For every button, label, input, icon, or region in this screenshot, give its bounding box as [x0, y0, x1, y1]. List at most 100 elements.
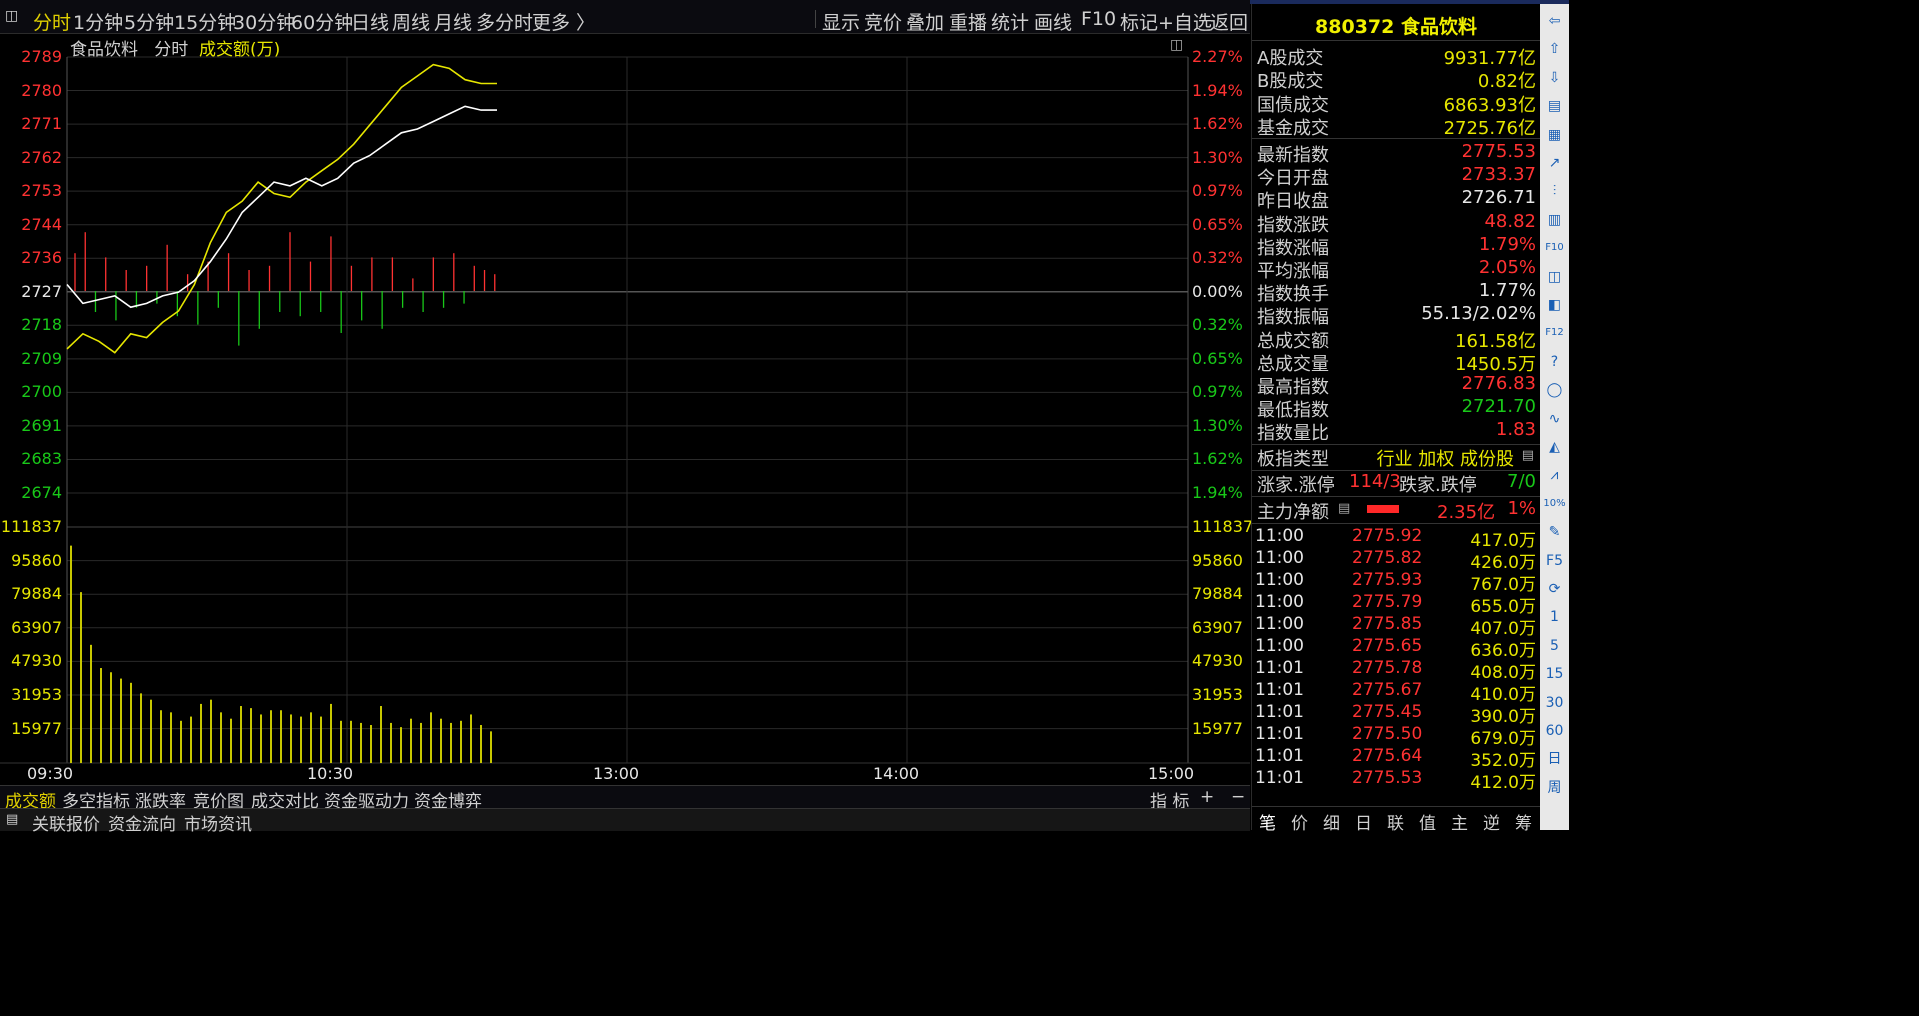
back-button[interactable]: 返回 [1210, 8, 1248, 35]
panel-toggle-icon[interactable]: ◫ [5, 8, 18, 24]
tick-row[interactable]: 11:01 2775.50 679.0万 [1252, 724, 1536, 749]
tick-row[interactable]: 11:00 2775.92 417.0万 [1252, 526, 1536, 551]
blank-area [1569, 0, 1919, 1016]
panel-tab[interactable]: 细 [1323, 809, 1340, 834]
tick-row[interactable]: 11:00 2775.65 636.0万 [1252, 636, 1536, 661]
price-tick-label: 2780 [21, 80, 62, 100]
sidebar-tool-icon[interactable]: 10% [1543, 493, 1566, 515]
overlay-button[interactable]: 叠加 [906, 8, 944, 35]
sidebar-tool-icon[interactable]: 1 [1543, 606, 1566, 628]
period-tab-week[interactable]: 周线 [392, 8, 430, 35]
sidebar-tool-icon[interactable]: 日 [1543, 748, 1566, 770]
stat-value: 2721.70 [1461, 396, 1536, 418]
board-type-value[interactable]: 行业 加权 成份股 [1377, 445, 1514, 471]
panel-tab[interactable]: 笔 [1259, 809, 1276, 834]
period-tab-1min[interactable]: 1分钟 [73, 8, 123, 35]
stat-label: 最新指数 [1257, 145, 1329, 166]
period-tab-fenshi[interactable]: 分时 [33, 8, 71, 35]
sidebar-tool-icon[interactable]: F5 [1543, 550, 1566, 572]
sidebar-tool-icon[interactable]: ◯ [1543, 379, 1566, 401]
sidebar-tool-icon[interactable]: ⇦ [1543, 10, 1566, 32]
tick-row[interactable]: 11:01 2775.45 390.0万 [1252, 702, 1536, 727]
volume-tick-label: 15977 [11, 718, 62, 738]
tick-row[interactable]: 11:00 2775.93 767.0万 [1252, 570, 1536, 595]
tick-row[interactable]: 11:01 2775.67 410.0万 [1252, 680, 1536, 705]
period-tab-30min[interactable]: 30分钟 [233, 8, 295, 35]
menu-icon[interactable]: ▤ [1522, 448, 1534, 463]
mark-button[interactable]: 标记 [1120, 8, 1158, 35]
sidebar-tool-icon[interactable]: ⇩ [1543, 67, 1566, 89]
stat-label: 指数换手 [1257, 284, 1329, 306]
panel-tab[interactable]: 价 [1291, 809, 1308, 834]
sidebar-tool-icon[interactable]: ? [1543, 351, 1566, 373]
sidebar-tool-icon[interactable]: 周 [1543, 777, 1566, 799]
sidebar-tool-icon[interactable]: 30 [1543, 692, 1566, 714]
intraday-chart[interactable]: 食品饮料 分时 成交额(万) ◫ 2789 2.27% 2780 1.94% 2771 1… [0, 33, 1253, 783]
sidebar-tool-icon[interactable]: ◧ [1543, 294, 1566, 316]
sidebar-tool-icon[interactable]: 5 [1543, 635, 1566, 657]
stat-value: 161.58亿 [1455, 330, 1536, 352]
pct-tick-label: 0.97% [1192, 382, 1243, 402]
tick-row[interactable]: 11:00 2775.82 426.0万 [1252, 548, 1536, 573]
tick-row[interactable]: 11:00 2775.79 655.0万 [1252, 592, 1536, 617]
f10-button[interactable]: F10 [1081, 8, 1116, 30]
stat-row: 最新指数 2775.53 [1252, 141, 1536, 166]
panel-tab[interactable]: 主 [1451, 809, 1468, 834]
sidebar-tool-icon[interactable]: ⩘ [1543, 464, 1566, 486]
tick-row[interactable]: 11:01 2775.78 408.0万 [1252, 658, 1536, 683]
panel-tab[interactable]: 筹 [1515, 809, 1532, 834]
sidebar-tool-icon[interactable]: ▦ [1543, 124, 1566, 146]
period-tab-day[interactable]: 日线 [351, 8, 389, 35]
panel-tab[interactable]: 日 [1355, 809, 1372, 834]
period-tab-month[interactable]: 月线 [434, 8, 472, 35]
time-tick-label: 14:00 [873, 764, 920, 783]
period-tab-60min[interactable]: 60分钟 [291, 8, 353, 35]
panel-tab[interactable]: 逆 [1483, 809, 1500, 834]
sidebar-tool-icon[interactable]: ↗ [1543, 152, 1566, 174]
sidebar-tool-icon[interactable]: ✎ [1543, 521, 1566, 543]
menu-icon[interactable]: ▤ [1338, 501, 1350, 516]
period-tab-5min[interactable]: 5分钟 [124, 8, 174, 35]
add-watchlist-button[interactable]: +自选 [1158, 8, 1212, 35]
sidebar-tool-icon[interactable]: 60 [1543, 720, 1566, 742]
sidebar-tool-icon[interactable]: ∿ [1543, 408, 1566, 430]
stats-button[interactable]: 统计 [991, 8, 1029, 35]
sidebar-tool-icon[interactable]: ◫ [1543, 266, 1566, 288]
sidebar-tool-icon[interactable]: F10 [1543, 237, 1566, 259]
replay-button[interactable]: 重播 [949, 8, 987, 35]
sidebar-tool-icon[interactable]: ▤ [1543, 95, 1566, 117]
sidebar-tool-icon[interactable]: ◭ [1543, 436, 1566, 458]
sidebar-tool-icon[interactable]: ⫶ [1543, 180, 1566, 202]
volume-tick-label: 79884 [11, 584, 62, 604]
status-tab-related[interactable]: 关联报价 [32, 810, 100, 835]
panel-tab[interactable]: 联 [1387, 809, 1404, 834]
stat-label: 指数涨幅 [1257, 237, 1329, 259]
draw-button[interactable]: 画线 [1034, 8, 1072, 35]
stat-value: 2733.37 [1461, 164, 1536, 186]
period-tab-multi[interactable]: 多分时 [476, 8, 533, 35]
chart-toolbar: ◫ 分时 1分钟 5分钟 15分钟 30分钟 60分钟 日线 周线 月线 多分时… [0, 0, 1250, 34]
auction-button[interactable]: 竞价 [864, 8, 902, 35]
period-tab-15min[interactable]: 15分钟 [174, 8, 236, 35]
sidebar-tool-icon[interactable]: 15 [1543, 663, 1566, 685]
display-button[interactable]: 显示 [822, 8, 860, 35]
tick-row[interactable]: 11:01 2775.53 412.0万 [1252, 768, 1536, 793]
sidebar-tool-icon[interactable]: ⟳ [1543, 578, 1566, 600]
sidebar-tool-icon[interactable]: ⇧ [1543, 38, 1566, 60]
period-tab-more[interactable]: 更多 〉 [532, 8, 595, 35]
panel-tab[interactable]: 值 [1419, 809, 1436, 834]
status-toggle-icon[interactable]: ▤ [6, 812, 18, 827]
status-tab-news[interactable]: 市场资讯 [184, 810, 252, 835]
sidebar-tool-icon[interactable]: ▥ [1543, 209, 1566, 231]
price-tick-label: 2727 [21, 281, 62, 301]
tick-price: 2775.85 [1352, 614, 1423, 634]
volume-tick-label: 111837 [0, 517, 62, 536]
time-tick-label: 15:00 [1148, 764, 1195, 783]
remove-indicator-button[interactable]: − [1231, 787, 1245, 807]
stat-label: 平均涨幅 [1257, 261, 1329, 282]
sidebar-tool-icon[interactable]: F12 [1543, 322, 1566, 344]
tick-row[interactable]: 11:01 2775.64 352.0万 [1252, 746, 1536, 771]
status-tab-flow[interactable]: 资金流向 [108, 810, 176, 835]
add-indicator-button[interactable]: + [1200, 787, 1214, 807]
tick-row[interactable]: 11:00 2775.85 407.0万 [1252, 614, 1536, 639]
